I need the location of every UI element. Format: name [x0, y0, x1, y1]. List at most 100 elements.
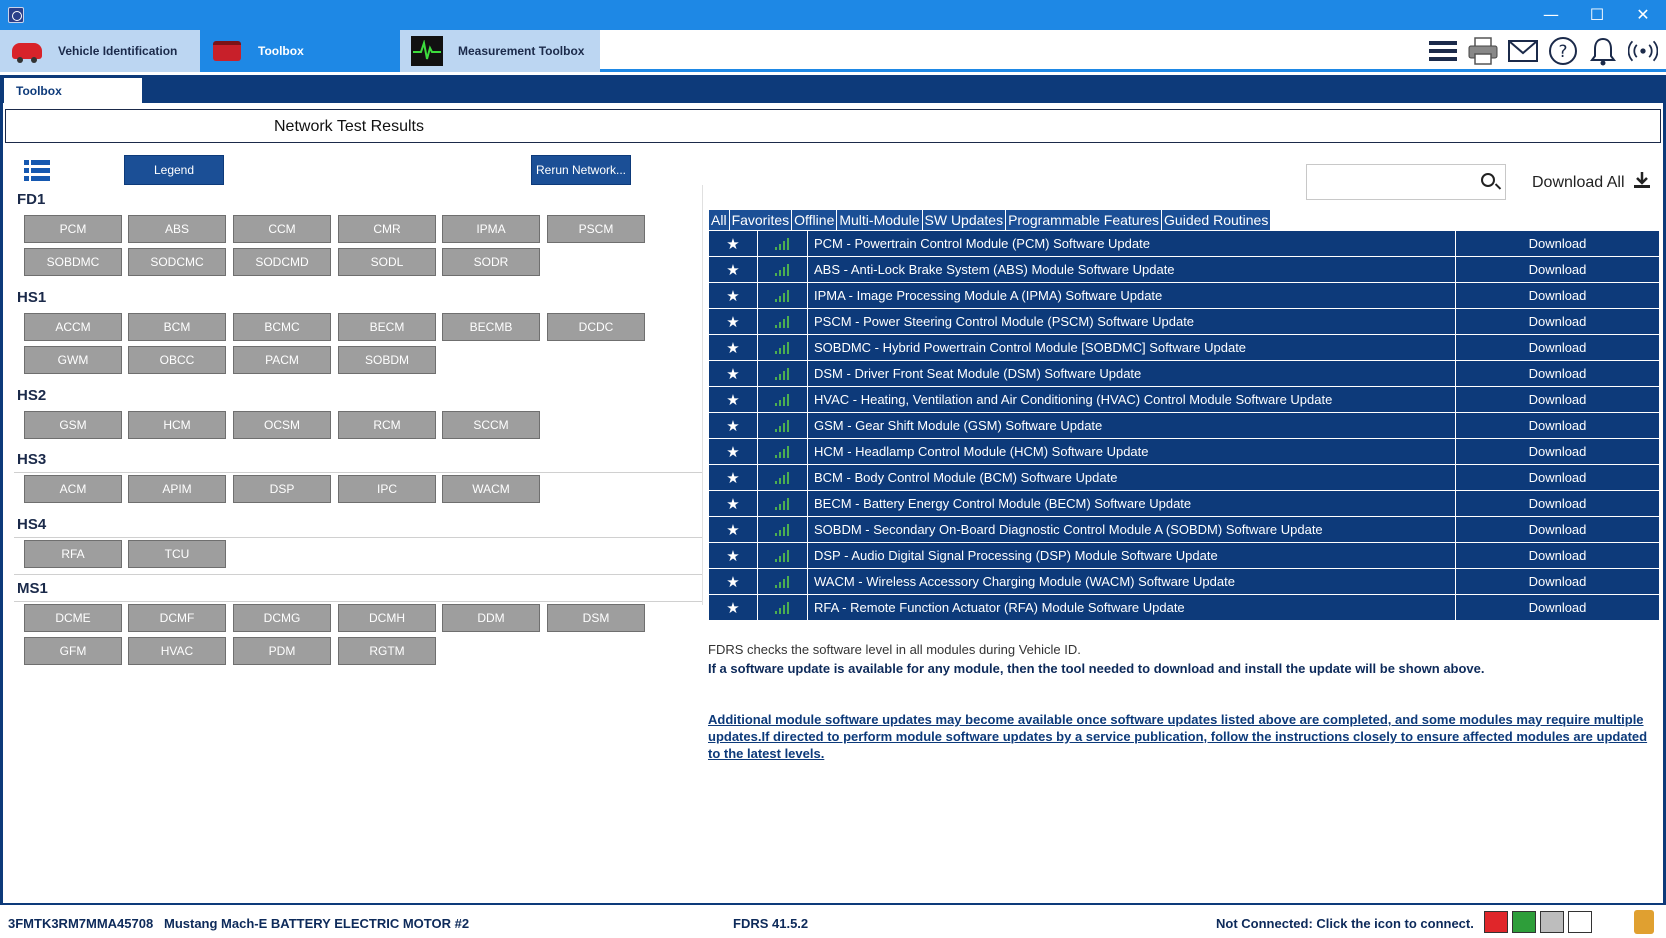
module-pcm[interactable]: PCM	[24, 215, 122, 243]
tab-measurement-toolbox[interactable]: Measurement Toolbox	[400, 30, 600, 72]
rerun-network-button[interactable]: Rerun Network...	[531, 155, 631, 185]
download-link[interactable]: Download	[1456, 543, 1659, 568]
download-link[interactable]: Download	[1456, 257, 1659, 282]
table-row[interactable]: ★ DSP - Audio Digital Signal Processing (…	[709, 543, 1659, 569]
table-row[interactable]: ★ PCM - Powertrain Control Module (PCM) S…	[709, 231, 1659, 257]
module-ocsm[interactable]: OCSM	[233, 411, 331, 439]
favorite-star-icon[interactable]: ★	[709, 309, 758, 334]
module-sodr[interactable]: SODR	[442, 248, 540, 276]
table-row[interactable]: ★ GSM - Gear Shift Module (GSM) Software …	[709, 413, 1659, 439]
module-hcm[interactable]: HCM	[128, 411, 226, 439]
module-dcmf[interactable]: DCMF	[128, 604, 226, 632]
tab-sw-updates[interactable]: SW Updates	[923, 210, 1007, 230]
module-sodcmd[interactable]: SODCMD	[233, 248, 331, 276]
favorite-star-icon[interactable]: ★	[709, 335, 758, 360]
download-link[interactable]: Download	[1456, 595, 1659, 620]
favorite-star-icon[interactable]: ★	[709, 413, 758, 438]
help-icon[interactable]: ?	[1548, 36, 1578, 66]
tab-toolbox[interactable]: Toolbox	[200, 30, 400, 72]
module-rgtm[interactable]: RGTM	[338, 637, 436, 665]
table-row[interactable]: ★ SOBDM - Secondary On-Board Diagnostic C…	[709, 517, 1659, 543]
table-row[interactable]: ★ BCM - Body Control Module (BCM) Softwar…	[709, 465, 1659, 491]
vcm-icon[interactable]	[1484, 911, 1508, 933]
tab-all[interactable]: All	[709, 210, 730, 230]
module-pacm[interactable]: PACM	[233, 346, 331, 374]
bell-icon[interactable]	[1588, 36, 1618, 66]
maximize-button[interactable]: ☐	[1574, 0, 1620, 30]
table-row[interactable]: ★ HCM - Headlamp Control Module (HCM) Sof…	[709, 439, 1659, 465]
menu-icon[interactable]	[1428, 36, 1458, 66]
module-sccm[interactable]: SCCM	[442, 411, 540, 439]
module-hvac[interactable]: HVAC	[128, 637, 226, 665]
module-dcmh[interactable]: DCMH	[338, 604, 436, 632]
table-row[interactable]: ★ BECM - Battery Energy Control Module (B…	[709, 491, 1659, 517]
table-row[interactable]: ★ PSCM - Power Steering Control Module (P…	[709, 309, 1659, 335]
download-link[interactable]: Download	[1456, 361, 1659, 386]
close-button[interactable]: ✕	[1620, 0, 1666, 30]
search-icon[interactable]	[1481, 173, 1495, 187]
download-link[interactable]: Download	[1456, 413, 1659, 438]
module-gwm[interactable]: GWM	[24, 346, 122, 374]
module-gsm[interactable]: GSM	[24, 411, 122, 439]
module-bcmc[interactable]: BCMC	[233, 313, 331, 341]
favorite-star-icon[interactable]: ★	[709, 543, 758, 568]
favorite-star-icon[interactable]: ★	[709, 491, 758, 516]
module-pdm[interactable]: PDM	[233, 637, 331, 665]
table-row[interactable]: ★ DSM - Driver Front Seat Module (DSM) So…	[709, 361, 1659, 387]
printer-icon[interactable]	[1468, 36, 1498, 66]
module-sobdmc[interactable]: SOBDMC	[24, 248, 122, 276]
favorite-star-icon[interactable]: ★	[709, 257, 758, 282]
signal-icon[interactable]	[1512, 911, 1536, 933]
list-view-icon[interactable]	[24, 160, 50, 181]
module-apim[interactable]: APIM	[128, 475, 226, 503]
download-link[interactable]: Download	[1456, 283, 1659, 308]
search-input[interactable]	[1306, 164, 1506, 200]
download-link[interactable]: Download	[1456, 231, 1659, 256]
table-row[interactable]: ★ IPMA - Image Processing Module A (IPMA)…	[709, 283, 1659, 309]
module-wacm[interactable]: WACM	[442, 475, 540, 503]
download-link[interactable]: Download	[1456, 517, 1659, 542]
download-link[interactable]: Download	[1456, 309, 1659, 334]
module-sodl[interactable]: SODL	[338, 248, 436, 276]
download-all-button[interactable]: Download All	[1532, 171, 1651, 192]
favorite-star-icon[interactable]: ★	[709, 283, 758, 308]
tab-offline[interactable]: Offline	[792, 210, 838, 230]
module-dcmg[interactable]: DCMG	[233, 604, 331, 632]
download-link[interactable]: Download	[1456, 439, 1659, 464]
table-row[interactable]: ★ SOBDMC - Hybrid Powertrain Control Modu…	[709, 335, 1659, 361]
favorite-star-icon[interactable]: ★	[709, 231, 758, 256]
module-rcm[interactable]: RCM	[338, 411, 436, 439]
module-becmb[interactable]: BECMB	[442, 313, 540, 341]
info-link[interactable]: Additional module software updates may b…	[708, 711, 1658, 762]
module-rfa[interactable]: RFA	[24, 540, 122, 568]
module-ccm[interactable]: CCM	[233, 215, 331, 243]
lock-icon[interactable]	[1634, 910, 1654, 934]
battery-icon[interactable]	[1568, 911, 1592, 933]
favorite-star-icon[interactable]: ★	[709, 439, 758, 464]
favorite-star-icon[interactable]: ★	[709, 387, 758, 412]
module-ipma[interactable]: IPMA	[442, 215, 540, 243]
module-pscm[interactable]: PSCM	[547, 215, 645, 243]
favorite-star-icon[interactable]: ★	[709, 517, 758, 542]
table-row[interactable]: ★ HVAC - Heating, Ventilation and Air Con…	[709, 387, 1659, 413]
favorite-star-icon[interactable]: ★	[709, 361, 758, 386]
module-bcm[interactable]: BCM	[128, 313, 226, 341]
module-dsp[interactable]: DSP	[233, 475, 331, 503]
legend-button[interactable]: Legend	[124, 155, 224, 185]
download-link[interactable]: Download	[1456, 465, 1659, 490]
tab-multi-module[interactable]: Multi-Module	[837, 210, 923, 230]
module-tcu[interactable]: TCU	[128, 540, 226, 568]
minimize-button[interactable]: —	[1528, 0, 1574, 30]
module-abs[interactable]: ABS	[128, 215, 226, 243]
module-gfm[interactable]: GFM	[24, 637, 122, 665]
module-ddm[interactable]: DDM	[442, 604, 540, 632]
module-cmr[interactable]: CMR	[338, 215, 436, 243]
module-obcc[interactable]: OBCC	[128, 346, 226, 374]
download-link[interactable]: Download	[1456, 335, 1659, 360]
download-link[interactable]: Download	[1456, 569, 1659, 594]
table-row[interactable]: ★ RFA - Remote Function Actuator (RFA) Mo…	[709, 595, 1659, 621]
favorite-star-icon[interactable]: ★	[709, 465, 758, 490]
connection-icon[interactable]	[1628, 36, 1658, 66]
module-sodcmc[interactable]: SODCMC	[128, 248, 226, 276]
module-dcme[interactable]: DCME	[24, 604, 122, 632]
